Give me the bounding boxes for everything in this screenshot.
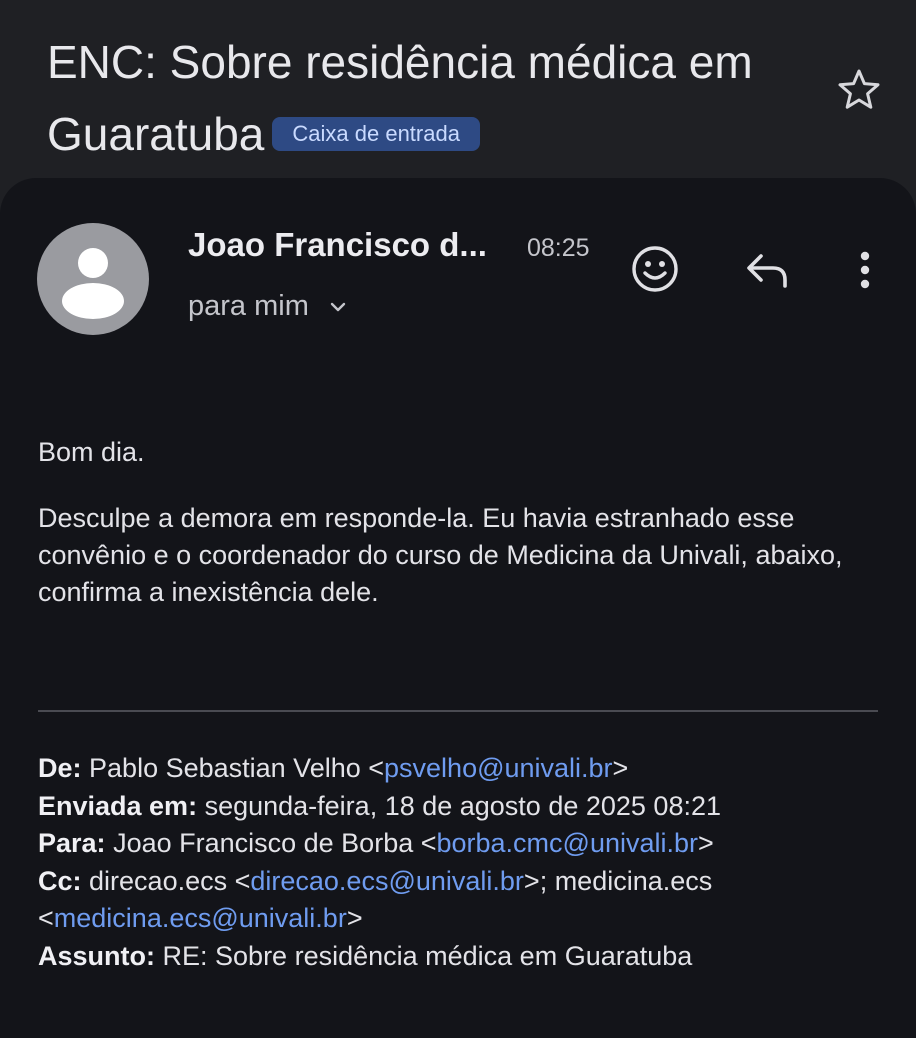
from-label: De:: [38, 753, 82, 783]
to-end: >: [698, 828, 714, 858]
subject-label: Assunto:: [38, 940, 155, 971]
to-label: Para:: [38, 828, 106, 858]
cc-end-2: >: [346, 903, 363, 933]
emoji-icon[interactable]: [626, 240, 684, 298]
cc-email-link-2[interactable]: medicina.ecs@univali.br: [54, 903, 347, 933]
chevron-down-icon: [330, 302, 346, 311]
cc-row-continued: <medicina.ecs@univali.br>: [38, 900, 898, 938]
message-greeting: Bom dia.: [38, 437, 145, 467]
cc-open-2: <: [38, 903, 54, 933]
star-icon[interactable]: [835, 66, 883, 114]
recipient-label: para mim: [188, 290, 309, 322]
recipient-toggle[interactable]: para mim: [188, 290, 349, 323]
cc-email-link-1[interactable]: direcao.ecs@univali.br: [250, 866, 524, 896]
from-name: Pablo Sebastian Velho <: [89, 753, 385, 783]
sender-avatar[interactable]: [37, 223, 149, 335]
sent-row: Enviada em: segunda-feira, 18 de agosto …: [38, 788, 898, 826]
sent-value: segunda-feira, 18 de agosto de 2025 08:2…: [204, 790, 721, 821]
inbox-label-badge[interactable]: Caixa de entrada: [272, 116, 480, 151]
to-email-link[interactable]: borba.cmc@univali.br: [437, 828, 699, 858]
from-email-link[interactable]: psvelho@univali.br: [384, 753, 613, 783]
sent-label: Enviada em:: [38, 790, 198, 821]
forwarded-headers: De: Pablo Sebastian Velho <psvelho@univa…: [38, 750, 898, 975]
cc-name-1: direcao.ecs <: [89, 865, 251, 896]
to-row: Para: Joao Francisco de Borba <borba.cmc…: [38, 825, 898, 863]
quote-divider: [38, 710, 878, 712]
reply-icon[interactable]: [738, 244, 796, 296]
subject-row: Assunto: RE: Sobre residência médica em …: [38, 938, 898, 976]
from-row: De: Pablo Sebastian Velho <psvelho@univa…: [38, 750, 898, 788]
sent-time: 08:25: [527, 234, 590, 262]
cc-separator: >; medicina.ecs: [523, 865, 713, 896]
message-paragraph: Desculpe a demora em responde-la. Eu hav…: [38, 503, 843, 607]
from-end: >: [612, 753, 629, 783]
to-name: Joao Francisco de Borba <: [113, 828, 437, 858]
cc-label: Cc:: [38, 865, 82, 896]
subject-value: RE: Sobre residência médica em Guaratuba: [162, 940, 693, 971]
cc-row: Cc: direcao.ecs <direcao.ecs@univali.br>…: [38, 863, 898, 901]
email-subject: ENC: Sobre residência médica em Guaratub…: [47, 26, 817, 170]
subject-header: ENC: Sobre residência médica em Guaratub…: [0, 0, 916, 180]
sender-name[interactable]: Joao Francisco d...: [188, 226, 487, 264]
more-vert-icon[interactable]: [848, 244, 882, 296]
